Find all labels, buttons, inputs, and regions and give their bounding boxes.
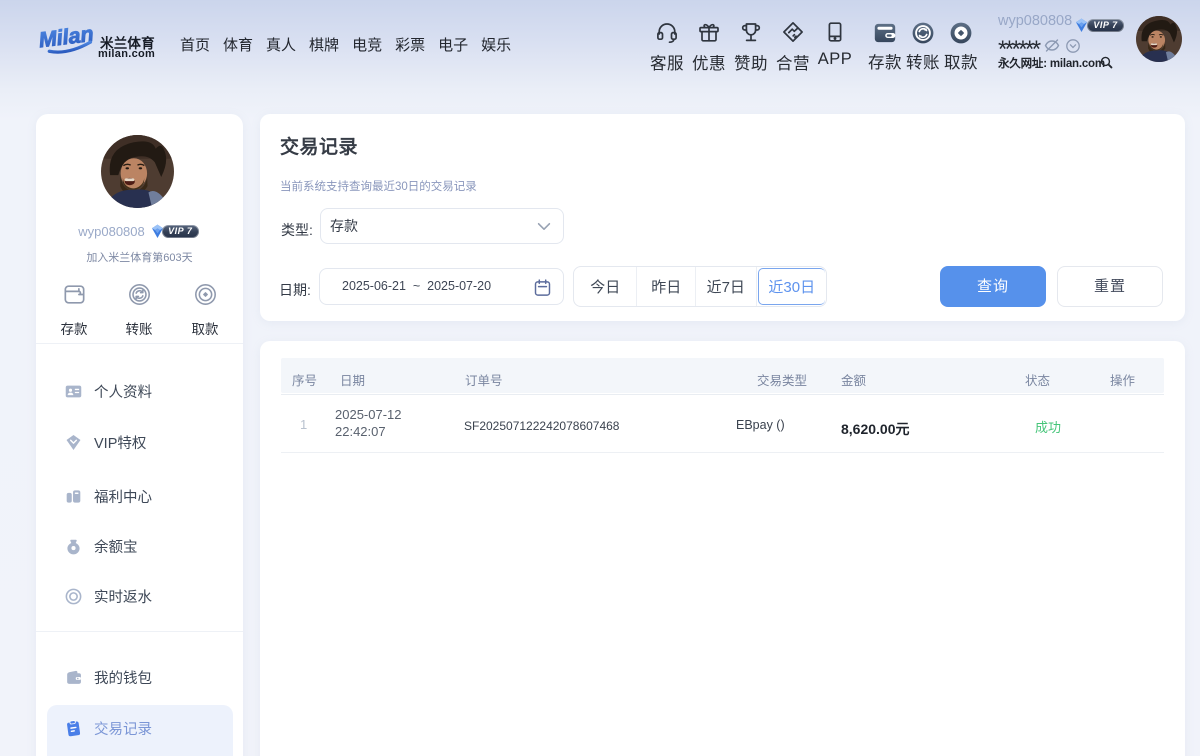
svg-text:Milan: Milan — [37, 22, 94, 53]
